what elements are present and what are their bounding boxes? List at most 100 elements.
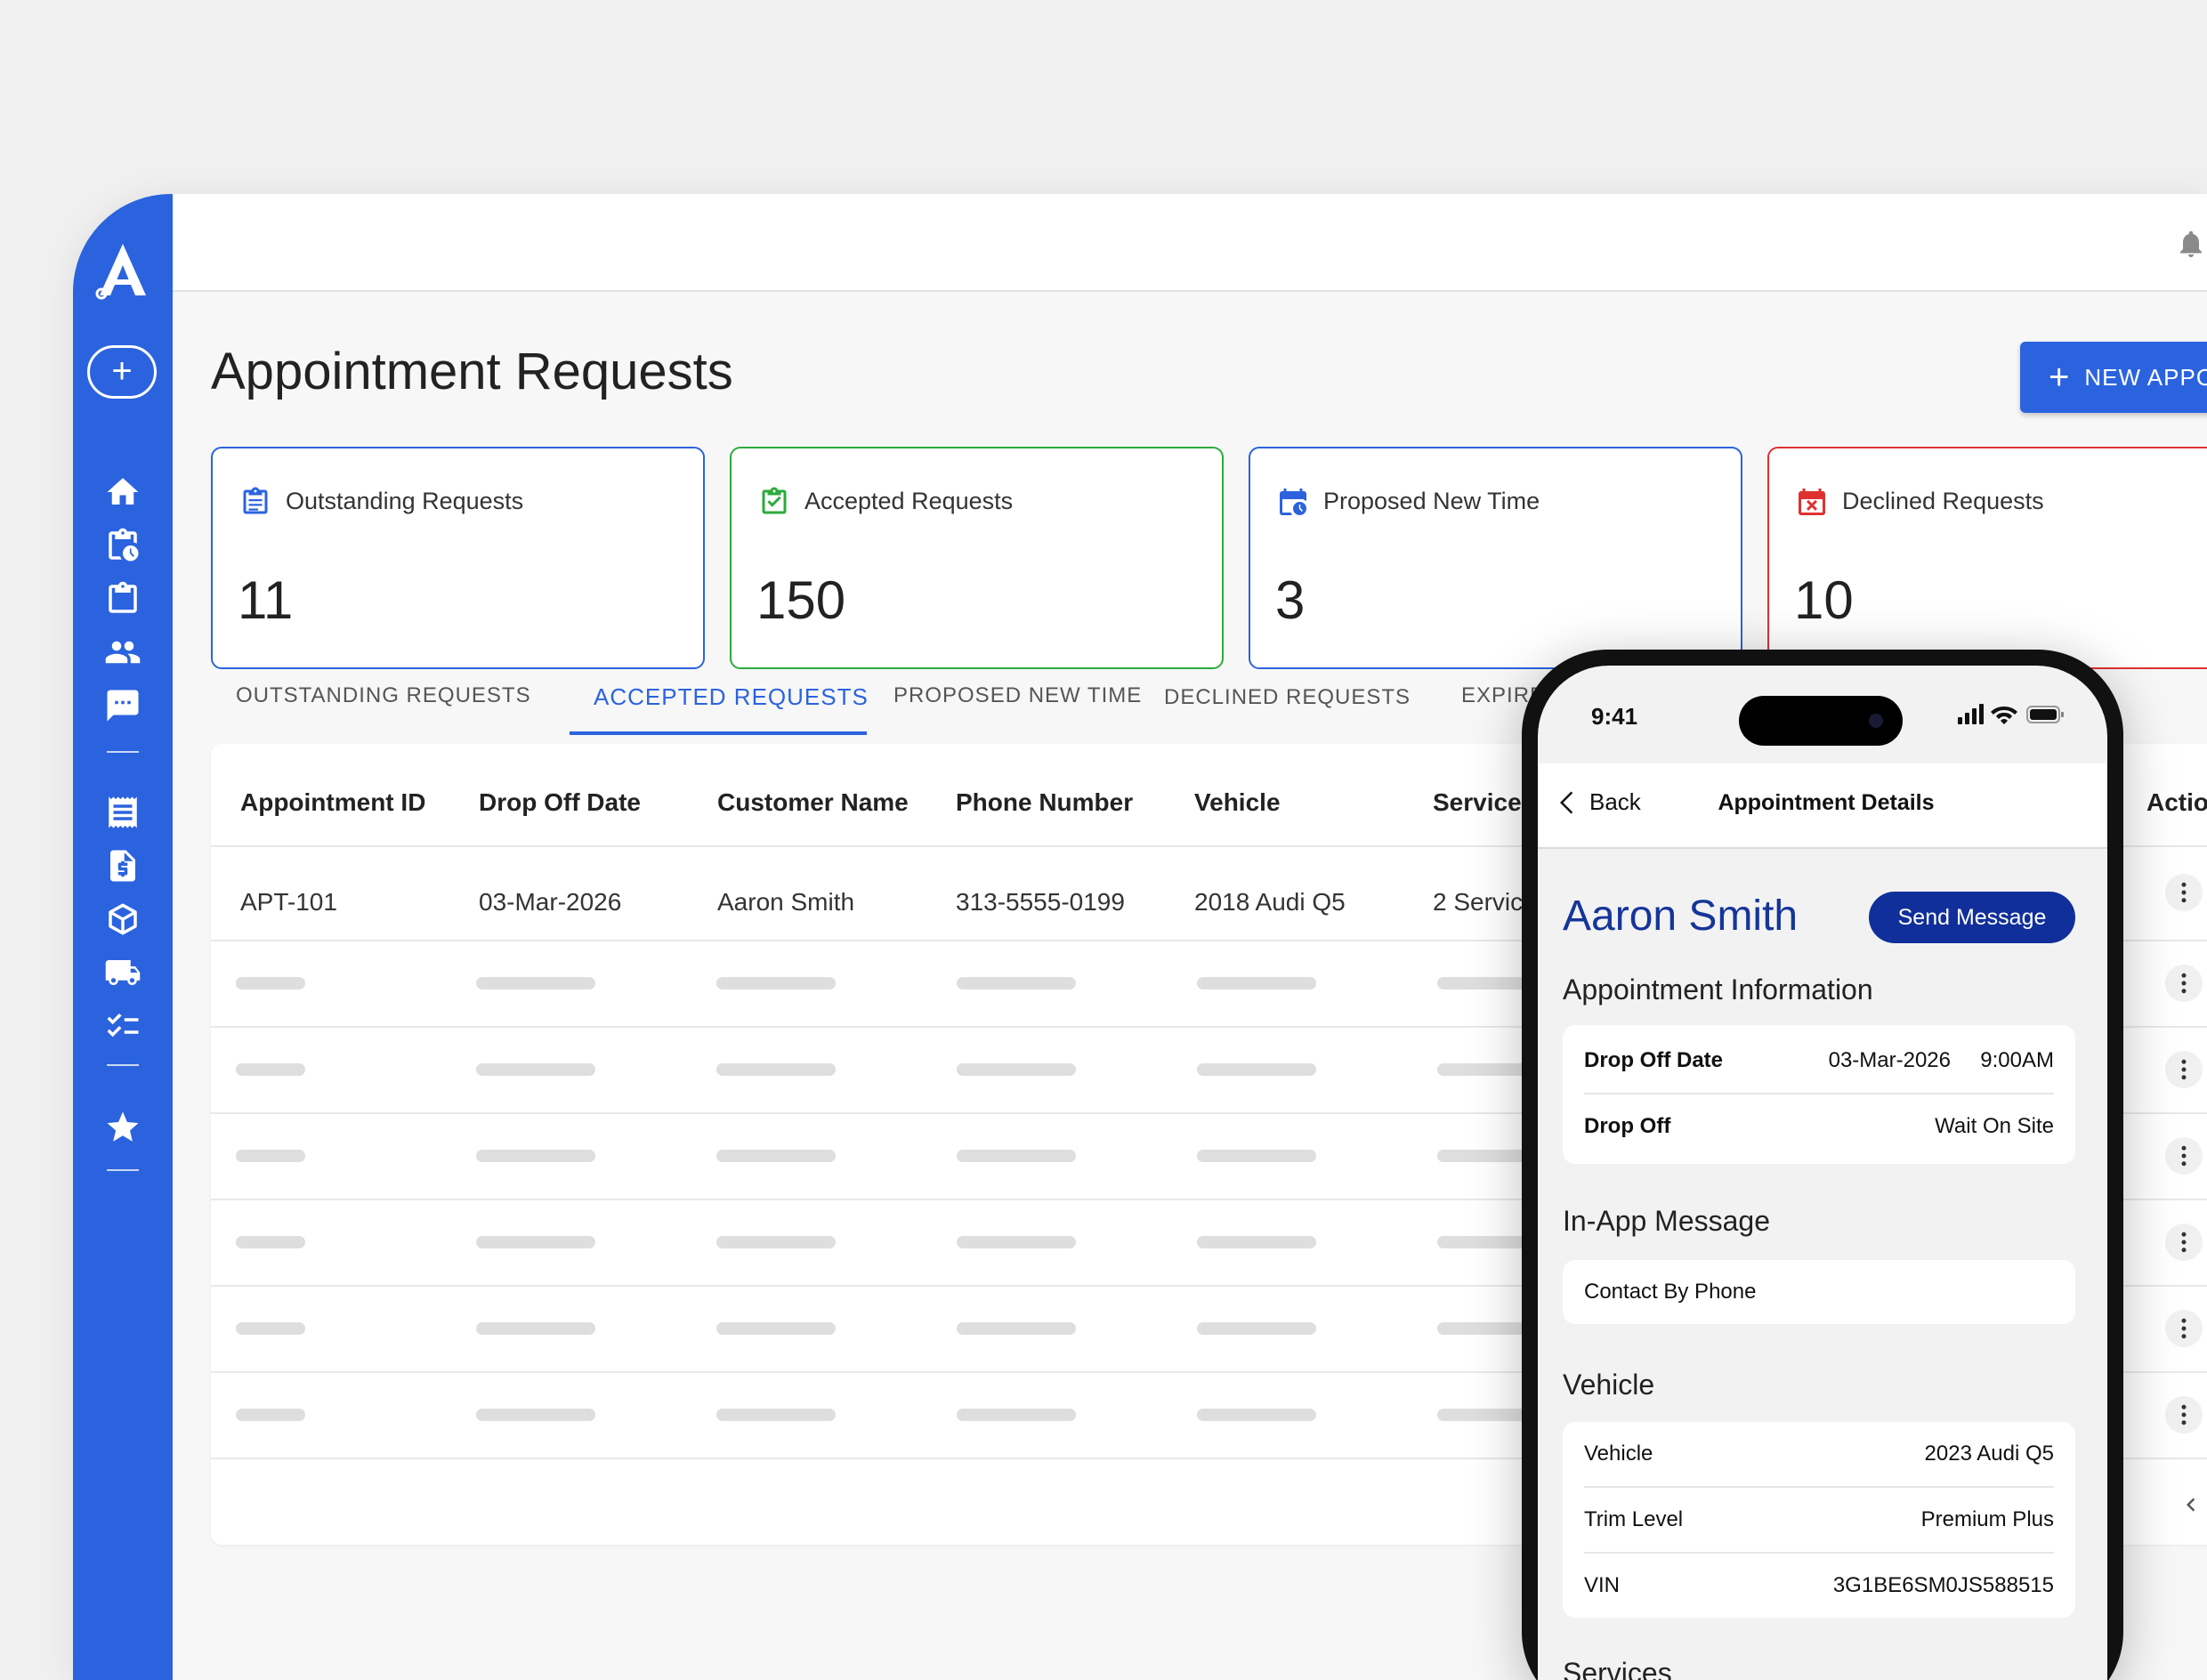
home-icon[interactable]: [102, 472, 143, 513]
skeleton-bar: [476, 977, 595, 989]
row-actions-menu-icon[interactable]: [2165, 1051, 2203, 1088]
vehicle-heading: Vehicle: [1563, 1369, 1655, 1401]
sidebar-divider: [107, 751, 139, 753]
column-header-customer-name[interactable]: Customer Name: [717, 788, 909, 817]
in-app-message-heading: In-App Message: [1563, 1205, 1771, 1237]
skeleton-bar: [1197, 1150, 1316, 1162]
drop-off-date-value: 03-Mar-2026: [1828, 1048, 1951, 1072]
skeleton-bar: [1197, 1322, 1316, 1335]
row-divider: [1584, 1093, 2054, 1094]
cell-vehicle: 2018 Audi Q5: [1194, 888, 1346, 916]
skeleton-bar: [236, 1150, 305, 1162]
card-label: Accepted Requests: [804, 488, 1014, 514]
delivery-truck-icon[interactable]: [102, 952, 143, 993]
calendar-x-icon: [1796, 486, 1828, 518]
cellular-signal-icon: [1958, 704, 1984, 724]
page-title: Appointment Requests: [211, 343, 733, 400]
row-actions-menu-icon[interactable]: [2165, 965, 2203, 1002]
skeleton-bar: [236, 1409, 305, 1421]
row-actions-menu-icon[interactable]: [2165, 874, 2203, 911]
card-label: Declined Requests: [1842, 488, 2044, 514]
tab-accepted-requests[interactable]: ACCEPTED REQUESTS: [594, 683, 869, 711]
tab-declined-requests[interactable]: DECLINED REQUESTS: [1164, 685, 1411, 710]
screen-title: Appointment Details: [1718, 790, 1935, 815]
column-header-vehicle[interactable]: Vehicle: [1194, 788, 1281, 817]
accepted-requests-card[interactable]: Accepted Requests 150: [730, 447, 1224, 669]
skeleton-bar: [716, 1150, 836, 1162]
cell-drop-off-date: 03-Mar-2026: [479, 888, 622, 916]
phone-mockup: 9:41 Back Appointment Details Aaron Smit…: [1522, 650, 2123, 1680]
messages-icon[interactable]: [102, 685, 143, 726]
phone-screen: 9:41 Back Appointment Details Aaron Smit…: [1538, 666, 2107, 1680]
customer-name: Aaron Smith: [1563, 892, 1799, 940]
calendar-check-icon: [758, 486, 790, 518]
row-actions-menu-icon[interactable]: [2165, 1224, 2203, 1261]
skeleton-bar: [957, 977, 1076, 989]
row-divider: [1584, 1552, 2054, 1554]
receipt-icon[interactable]: [102, 792, 143, 833]
skeleton-bar: [957, 1150, 1076, 1162]
row-actions-menu-icon[interactable]: [2165, 1137, 2203, 1175]
skeleton-bar: [476, 1150, 595, 1162]
skeleton-bar: [476, 1322, 595, 1335]
in-app-message-card: Contact By Phone: [1563, 1260, 2075, 1324]
clipboard-list-icon: [239, 486, 271, 518]
skeleton-bar: [716, 1236, 836, 1248]
skeleton-bar: [236, 1322, 305, 1335]
send-message-button[interactable]: Send Message: [1869, 892, 2075, 943]
status-icons: [1958, 704, 2064, 724]
column-header-actions: Actions: [2146, 788, 2207, 816]
skeleton-bar: [236, 1063, 305, 1076]
skeleton-bar: [1197, 1236, 1316, 1248]
column-header-phone-number[interactable]: Phone Number: [956, 788, 1133, 817]
request-tabs: OUTSTANDING REQUESTS ACCEPTED REQUESTS P…: [211, 646, 1724, 739]
cell-customer-name: Aaron Smith: [717, 888, 855, 916]
card-value: 150: [756, 570, 846, 630]
appointment-details: Aaron Smith Send Message Appointment Inf…: [1538, 849, 2107, 1680]
cell-appointment-id: APT-101: [240, 888, 337, 916]
new-appointment-label: NEW APPOINTMENT: [2084, 364, 2207, 391]
clipboard-clock-icon[interactable]: [102, 525, 143, 566]
drop-off-label: Drop Off: [1584, 1114, 1671, 1138]
clipboard-icon[interactable]: [102, 578, 143, 619]
customers-icon[interactable]: [102, 632, 143, 673]
column-header-drop-off-date[interactable]: Drop Off Date: [479, 788, 641, 817]
proposed-new-time-card[interactable]: Proposed New Time 3: [1249, 447, 1742, 669]
row-divider: [1584, 1486, 2054, 1488]
skeleton-bar: [236, 1236, 305, 1248]
row-actions-menu-icon[interactable]: [2165, 1310, 2203, 1347]
trim-level-label: Trim Level: [1584, 1507, 1684, 1531]
dynamic-island: [1739, 696, 1903, 746]
checklist-icon[interactable]: [102, 1006, 143, 1046]
new-appointment-button[interactable]: + NEW APPOINTMENT: [2020, 342, 2207, 413]
package-icon[interactable]: [102, 899, 143, 940]
battery-icon: [2026, 706, 2064, 723]
plus-icon: +: [2049, 358, 2071, 397]
row-actions-menu-icon[interactable]: [2165, 1396, 2203, 1434]
vehicle-value: 2023 Audi Q5: [1924, 1442, 2054, 1466]
declined-requests-card[interactable]: Declined Requests 10: [1767, 447, 2207, 669]
drop-off-date-label: Drop Off Date: [1584, 1048, 1723, 1072]
notifications-bell-icon[interactable]: [2175, 228, 2207, 260]
status-bar-time: 9:41: [1591, 703, 1638, 730]
card-value: 11: [238, 570, 294, 630]
previous-page-chevron-icon[interactable]: [2178, 1491, 2204, 1518]
app-logo[interactable]: [93, 240, 153, 301]
add-button[interactable]: +: [87, 345, 157, 399]
skeleton-bar: [1197, 1409, 1316, 1421]
in-app-message-value: Contact By Phone: [1584, 1280, 1757, 1304]
tab-proposed-new-time[interactable]: PROPOSED NEW TIME: [893, 683, 1142, 708]
tab-outstanding-requests[interactable]: OUTSTANDING REQUESTS: [236, 683, 531, 708]
skeleton-bar: [716, 1409, 836, 1421]
services-heading: Services: [1563, 1657, 1672, 1680]
column-header-appointment-id[interactable]: Appointment ID: [240, 788, 425, 817]
sidebar-divider: [107, 1064, 139, 1066]
column-header-services[interactable]: Services: [1433, 788, 1535, 817]
vehicle-label: Vehicle: [1584, 1442, 1653, 1466]
skeleton-bar: [236, 977, 305, 989]
outstanding-requests-card[interactable]: Outstanding Requests 11: [211, 447, 705, 669]
star-icon[interactable]: [102, 1107, 143, 1148]
invoice-icon[interactable]: [102, 845, 143, 886]
skeleton-bar: [957, 1322, 1076, 1335]
skeleton-bar: [957, 1063, 1076, 1076]
